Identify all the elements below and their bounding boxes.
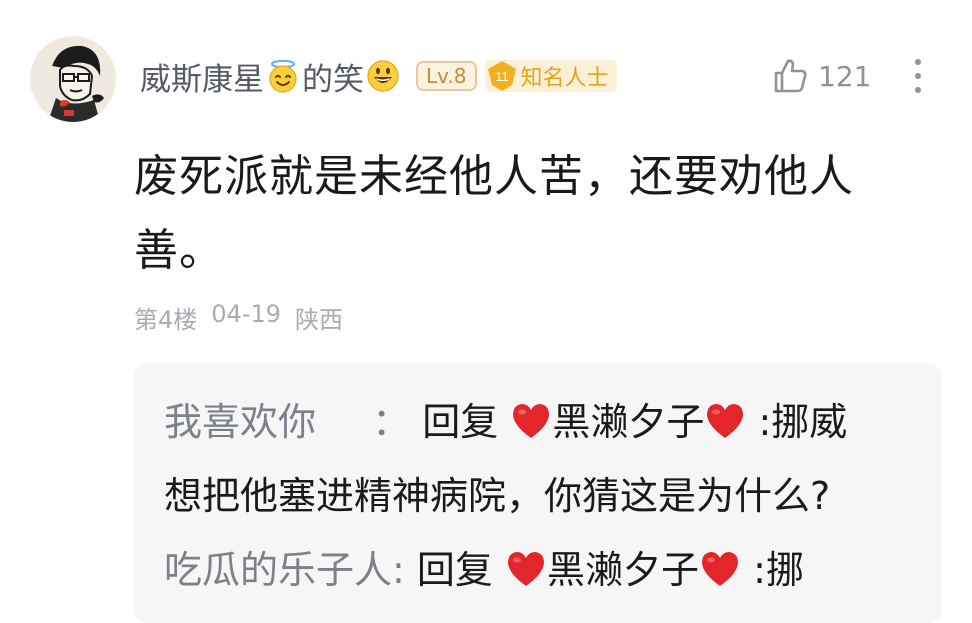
fan-title: 知名人士 bbox=[520, 66, 609, 91]
reply-word: 回复 bbox=[422, 400, 499, 444]
comment-text-line2: 善。 bbox=[134, 225, 224, 276]
comment-location: 陕西 bbox=[295, 306, 344, 334]
reply-separator: : bbox=[392, 548, 405, 592]
reply-text: :挪 bbox=[753, 548, 804, 592]
fan-badge[interactable]: 11 知名人士 bbox=[484, 60, 617, 92]
reply-author[interactable]: 吃瓜的乐子人 bbox=[164, 548, 392, 592]
reply-item[interactable]: 吃瓜的乐子人: 回复 黑濑夕子 :挪 bbox=[164, 533, 924, 607]
comment-body[interactable]: 废死派就是未经他人苦，还要劝他人 善。 bbox=[134, 140, 914, 288]
like-button[interactable]: 121 bbox=[770, 54, 871, 98]
username[interactable]: 威斯康星 的笑 bbox=[140, 54, 402, 99]
reply-target[interactable]: 黑濑夕子 bbox=[552, 400, 704, 444]
like-count: 121 bbox=[818, 59, 872, 93]
reply-text: :挪威 bbox=[758, 400, 848, 444]
fan-level-number: 11 bbox=[495, 69, 509, 84]
reply-author[interactable]: 我喜欢你 bbox=[164, 400, 316, 444]
halo-smile-emoji-icon bbox=[269, 59, 297, 93]
username-part2: 的笑 bbox=[302, 61, 364, 98]
heart-icon bbox=[707, 404, 744, 438]
user-avatar[interactable] bbox=[30, 36, 116, 122]
heart-icon bbox=[702, 552, 739, 586]
fan-level-shield-icon: 11 bbox=[487, 61, 516, 91]
reply-item[interactable]: 我喜欢你 ： 回复 黑濑夕子 :挪威 bbox=[164, 385, 924, 459]
comment-text-line1: 废死派就是未经他人苦，还要劝他人 bbox=[134, 151, 854, 202]
grin-emoji-icon bbox=[367, 60, 399, 92]
heart-icon bbox=[508, 552, 545, 586]
comment-header: 威斯康星 的笑 Lv.8 11 知名人士 bbox=[140, 52, 617, 100]
username-part1: 威斯康星 bbox=[140, 61, 264, 98]
comment-date: 04-19 bbox=[211, 300, 282, 328]
reply-text-continued: 想把他塞进精神病院，你猜这是为什么? bbox=[164, 474, 831, 518]
more-options-icon[interactable] bbox=[908, 56, 928, 96]
level-badge: Lv.8 bbox=[416, 61, 477, 91]
reply-separator: ： bbox=[372, 400, 411, 444]
heart-icon bbox=[513, 404, 550, 438]
comment-meta: 第4楼 04-19 陕西 bbox=[134, 300, 343, 335]
replies-box[interactable]: 我喜欢你 ： 回复 黑濑夕子 :挪威 想把他塞进精神病院，你猜这是为什么? 吃瓜… bbox=[134, 363, 942, 623]
reply-word: 回复 bbox=[416, 548, 493, 592]
floor-number: 第4楼 bbox=[134, 306, 198, 334]
reply-target[interactable]: 黑濑夕子 bbox=[547, 548, 699, 592]
thumbs-up-icon bbox=[774, 59, 807, 93]
